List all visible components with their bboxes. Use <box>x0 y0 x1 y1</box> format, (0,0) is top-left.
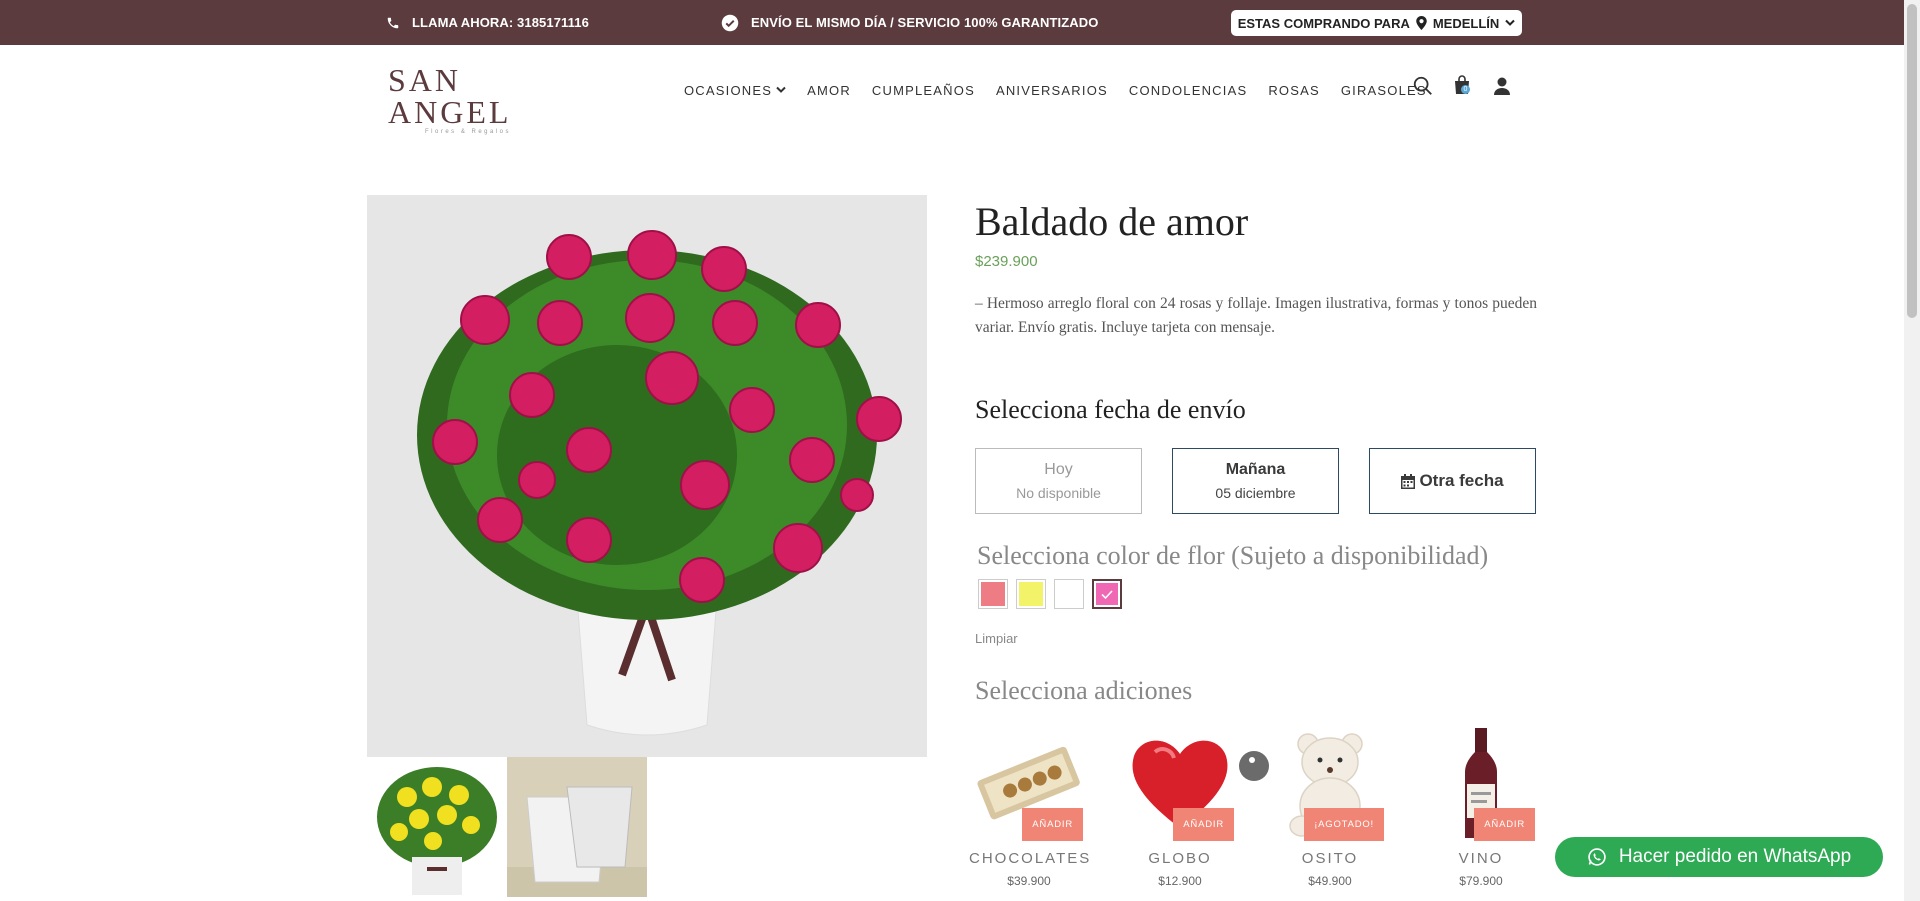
nav-item-cumpleanos[interactable]: CUMPLEAÑOS <box>872 83 975 98</box>
nav-item-ocasiones[interactable]: OCASIONES <box>684 83 786 98</box>
addon-name: GLOBO <box>1148 850 1212 867</box>
product-thumbnail-1[interactable] <box>367 757 507 897</box>
date-option-tomorrow[interactable]: Mañana 05 diciembre <box>1172 448 1339 514</box>
addon-name: VINO <box>1458 850 1504 867</box>
color-swatch-pink[interactable] <box>978 579 1008 609</box>
addon-vino[interactable]: AÑADIR VINO $79.900 <box>1421 728 1541 898</box>
check-circle-icon <box>721 14 739 31</box>
add-addon-button[interactable]: AÑADIR <box>1173 808 1234 841</box>
product-main-image[interactable] <box>367 195 927 757</box>
chevron-down-icon <box>776 86 786 93</box>
whatsapp-label: Hacer pedido en WhatsApp <box>1618 846 1852 867</box>
top-bar: LLAMA AHORA: 3185171116 ENVÍO EL MISMO D… <box>0 0 1904 45</box>
site-logo[interactable]: SAN ANGEL Flores & Regalos <box>388 64 558 135</box>
map-pin-icon <box>1416 16 1427 30</box>
store-city-selector[interactable]: ESTAS COMPRANDO PARA MEDELLÍN <box>1231 10 1522 36</box>
page-scrollbar[interactable] <box>1904 0 1920 901</box>
addon-name: CHOCOLATES <box>969 850 1092 867</box>
date-option-title: Otra fecha <box>1419 471 1504 490</box>
cart-count-badge: 0 <box>1461 85 1470 94</box>
phone-icon <box>387 17 399 28</box>
calendar-icon <box>1401 473 1416 489</box>
logo-name: SAN ANGEL <box>388 62 512 130</box>
addon-globo[interactable]: AÑADIR GLOBO $12.900 <box>1120 728 1240 898</box>
color-swatch-white[interactable] <box>1054 579 1084 609</box>
phone-contact[interactable]: LLAMA AHORA: 3185171116 <box>386 0 589 45</box>
product-price: $239.900 <box>975 253 1038 270</box>
scrollbar-thumb[interactable] <box>1907 4 1917 318</box>
store-prefix: ESTAS COMPRANDO PARA <box>1237 15 1410 31</box>
date-option-title: Mañana <box>1225 461 1286 478</box>
add-addon-button[interactable]: AÑADIR <box>1474 808 1535 841</box>
addon-price: $79.900 <box>1459 874 1503 888</box>
addon-price: $49.900 <box>1308 874 1352 888</box>
nav-label: OCASIONES <box>684 82 773 98</box>
addon-price: $39.900 <box>1007 874 1051 888</box>
color-swatch-yellow[interactable] <box>1016 579 1046 609</box>
header-icons: 0 <box>1412 75 1512 97</box>
user-icon[interactable] <box>1492 76 1512 96</box>
date-option-subtitle: 05 diciembre <box>1215 485 1296 501</box>
guarantee-notice: ENVÍO EL MISMO DÍA / SERVICIO 100% GARAN… <box>721 0 1098 45</box>
yellow-bouquet-thumbnail <box>367 757 507 897</box>
whatsapp-icon <box>1588 848 1606 866</box>
date-option-title: Hoy <box>1044 461 1073 478</box>
search-icon[interactable] <box>1412 75 1434 97</box>
nav-item-amor[interactable]: AMOR <box>807 83 851 98</box>
checkmark-icon <box>1101 590 1113 600</box>
phone-label: LLAMA AHORA: 3185171116 <box>412 15 589 30</box>
addon-osito[interactable]: ¡AGOTADO! OSITO $49.900 <box>1270 728 1390 898</box>
add-addon-button[interactable]: AÑADIR <box>1022 808 1083 841</box>
nav-item-rosas[interactable]: ROSAS <box>1268 83 1320 98</box>
guarantee-label: ENVÍO EL MISMO DÍA / SERVICIO 100% GARAN… <box>751 15 1099 30</box>
bucket-thumbnail <box>507 757 647 897</box>
nav-item-aniversarios[interactable]: ANIVERSARIOS <box>996 83 1108 98</box>
cart-button[interactable]: 0 <box>1453 75 1473 97</box>
store-city: MEDELLÍN <box>1432 15 1500 31</box>
addon-name: OSITO <box>1301 850 1359 867</box>
sold-out-button[interactable]: ¡AGOTADO! <box>1304 808 1384 841</box>
addon-price: $12.900 <box>1158 874 1202 888</box>
rose-bouquet-illustration <box>367 195 927 757</box>
product-title: Baldado de amor <box>975 199 1249 244</box>
nav-item-condolencias[interactable]: CONDOLENCIAS <box>1129 83 1247 98</box>
clear-color-link[interactable]: Limpiar <box>975 631 1018 646</box>
product-description: – Hermoso arreglo floral con 24 rosas y … <box>975 295 1537 336</box>
main-nav: OCASIONES AMOR CUMPLEAÑOS ANIVERSARIOS C… <box>684 75 1448 105</box>
date-option-subtitle: No disponible <box>1016 485 1101 501</box>
color-swatch-fuchsia[interactable] <box>1092 579 1122 609</box>
product-thumbnail-2[interactable] <box>507 757 647 897</box>
loading-indicator <box>1239 751 1269 781</box>
addon-chocolates[interactable]: AÑADIR CHOCOLATES $39.900 <box>969 728 1089 898</box>
chevron-down-icon <box>1505 19 1516 26</box>
delivery-heading: Selecciona fecha de envío <box>975 395 1246 424</box>
addons-heading: Selecciona adiciones <box>975 676 1193 705</box>
color-heading: Selecciona color de flor (Sujeto a dispo… <box>977 541 1489 570</box>
date-option-today[interactable]: Hoy No disponible <box>975 448 1142 514</box>
whatsapp-order-button[interactable]: Hacer pedido en WhatsApp <box>1555 837 1883 877</box>
date-option-other[interactable]: Otra fecha <box>1369 448 1536 514</box>
